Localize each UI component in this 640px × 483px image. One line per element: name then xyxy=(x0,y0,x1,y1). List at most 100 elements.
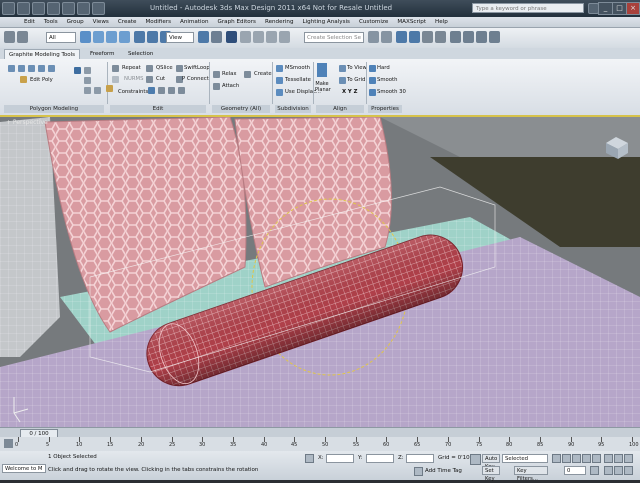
tessellate-button[interactable]: Tessellate xyxy=(285,77,311,83)
render-teapot-icon[interactable] xyxy=(489,31,500,43)
menu-lighting-analysis[interactable]: Lighting Analysis xyxy=(303,19,350,25)
cut-button[interactable]: Cut xyxy=(156,76,165,82)
open-file-icon[interactable] xyxy=(32,2,45,15)
select-object-icon[interactable] xyxy=(80,31,91,43)
menu-create[interactable]: Create xyxy=(118,19,137,25)
rendered-frame-icon[interactable] xyxy=(476,31,487,43)
pivot-center-icon[interactable] xyxy=(198,31,209,43)
make-planar-icon[interactable] xyxy=(317,63,327,77)
align-xyz-buttons[interactable]: X Y Z xyxy=(342,89,357,95)
save-icon[interactable] xyxy=(47,2,60,15)
polygon-modeling-panel-label[interactable]: Polygon Modeling xyxy=(4,105,104,113)
constraint-grid-icon[interactable] xyxy=(106,85,113,92)
menu-tools[interactable]: Tools xyxy=(44,19,58,25)
relax-button[interactable]: Relax xyxy=(222,71,237,77)
constraint-edge-icon[interactable] xyxy=(158,87,165,94)
zoom-icon[interactable] xyxy=(604,454,613,463)
maximize-button[interactable]: □ xyxy=(612,2,627,15)
current-frame-field[interactable]: 0 xyxy=(564,466,586,475)
maxscript-listener[interactable]: Welcome to M xyxy=(2,464,46,473)
p-connect-button[interactable]: P Connect xyxy=(182,76,209,82)
nurms-button[interactable]: NURMS xyxy=(124,76,143,82)
menu-group[interactable]: Group xyxy=(67,19,84,25)
swiftloop-button[interactable]: SwiftLoop xyxy=(184,65,210,71)
make-planar-button[interactable]: Make Planar xyxy=(315,81,331,93)
key-mode-dropdown[interactable]: Selected xyxy=(502,454,548,463)
viewport-label[interactable]: + Perspective xyxy=(6,119,48,126)
minimize-button[interactable]: _ xyxy=(598,2,613,15)
undo-icon[interactable] xyxy=(62,2,75,15)
set-key-icon[interactable] xyxy=(470,454,481,465)
curve-editor-icon[interactable] xyxy=(422,31,433,43)
play-icon[interactable] xyxy=(572,454,581,463)
add-time-tag-button[interactable]: Add Time Tag xyxy=(425,468,462,474)
graphite-toggle-icon[interactable] xyxy=(409,31,420,43)
collapse-stack-icon[interactable] xyxy=(84,87,91,94)
create-button[interactable]: Create xyxy=(254,71,272,77)
menu-maxscript[interactable]: MAXScript xyxy=(397,19,426,25)
mini-curve-editor-icon[interactable] xyxy=(4,439,13,448)
viewport-scene[interactable] xyxy=(0,117,640,427)
show-end-result-icon[interactable] xyxy=(84,67,91,74)
constraint-normal-icon[interactable] xyxy=(178,87,185,94)
border-icon[interactable] xyxy=(28,65,35,72)
tab-freeform[interactable]: Freeform xyxy=(86,49,119,59)
constraint-face-icon[interactable] xyxy=(168,87,175,94)
zoom-extents-icon[interactable] xyxy=(624,454,633,463)
mirror-icon[interactable] xyxy=(368,31,379,43)
layer-manager-icon[interactable] xyxy=(396,31,407,43)
toggle-command-panel-icon[interactable] xyxy=(94,87,101,94)
perspective-viewport[interactable]: + Perspective xyxy=(0,115,640,427)
menu-help[interactable]: Help xyxy=(435,19,448,25)
pin-stack-icon[interactable] xyxy=(74,67,81,74)
select-by-name-icon[interactable] xyxy=(93,31,104,43)
smooth-30-button[interactable]: Smooth 30 xyxy=(377,89,406,95)
zoom-all-icon[interactable] xyxy=(614,454,623,463)
z-coordinate-field[interactable] xyxy=(406,454,434,463)
tab-selection[interactable]: Selection xyxy=(124,49,157,59)
element-icon[interactable] xyxy=(48,65,55,72)
edit-poly-label[interactable]: Edit Poly xyxy=(30,77,53,83)
track-bar[interactable]: 0 5 10 15 20 25 30 35 40 45 50 55 60 65 70 75 80 85 90 95 10… xyxy=(0,437,640,452)
app-menu-icon[interactable] xyxy=(2,2,15,15)
undo-icon[interactable] xyxy=(4,31,15,43)
to-grid-button[interactable]: To Grid xyxy=(347,77,365,83)
key-filters-button[interactable]: Key Filters... xyxy=(514,466,548,482)
project-folder-icon[interactable] xyxy=(92,2,105,15)
schematic-view-icon[interactable] xyxy=(435,31,446,43)
menu-customize[interactable]: Customize xyxy=(359,19,388,25)
percent-snap-icon[interactable] xyxy=(266,31,277,43)
rectangular-selection-icon[interactable] xyxy=(106,31,117,43)
orbit-icon[interactable] xyxy=(624,466,633,475)
menu-edit[interactable]: Edit xyxy=(24,19,35,25)
attach-button[interactable]: Attach xyxy=(222,83,239,89)
edge-icon[interactable] xyxy=(18,65,25,72)
next-frame-icon[interactable] xyxy=(582,454,591,463)
qslice-button[interactable]: QSlice xyxy=(156,65,173,71)
render-setup-icon[interactable] xyxy=(463,31,474,43)
reference-coordinate-dropdown[interactable]: View xyxy=(166,32,194,43)
menu-animation[interactable]: Animation xyxy=(180,19,209,25)
angle-snap-icon[interactable] xyxy=(253,31,264,43)
set-key-button[interactable]: Set Key xyxy=(482,466,500,482)
time-tag-icon[interactable] xyxy=(414,467,423,476)
smooth-button[interactable]: Smooth xyxy=(377,77,397,83)
auto-key-button[interactable]: Auto Key xyxy=(482,454,500,470)
window-crossing-icon[interactable] xyxy=(119,31,130,43)
menu-rendering[interactable]: Rendering xyxy=(265,19,294,25)
edit-panel-label[interactable]: Edit xyxy=(110,105,206,113)
hard-button[interactable]: Hard xyxy=(377,65,390,71)
snaps-toggle-icon[interactable] xyxy=(240,31,251,43)
menu-modifiers[interactable]: Modifiers xyxy=(145,19,171,25)
material-editor-icon[interactable] xyxy=(450,31,461,43)
selection-filter-dropdown[interactable]: All xyxy=(46,32,76,43)
polygon-icon[interactable] xyxy=(38,65,45,72)
to-view-button[interactable]: To View xyxy=(347,65,367,71)
lock-selection-icon[interactable] xyxy=(305,454,314,463)
time-config-icon[interactable] xyxy=(590,466,599,475)
select-manipulate-icon[interactable] xyxy=(211,31,222,43)
go-to-start-icon[interactable] xyxy=(552,454,561,463)
repeat-button[interactable]: Repeat xyxy=(122,65,141,71)
vertex-icon[interactable] xyxy=(8,65,15,72)
properties-panel-label[interactable]: Properties xyxy=(368,105,402,113)
